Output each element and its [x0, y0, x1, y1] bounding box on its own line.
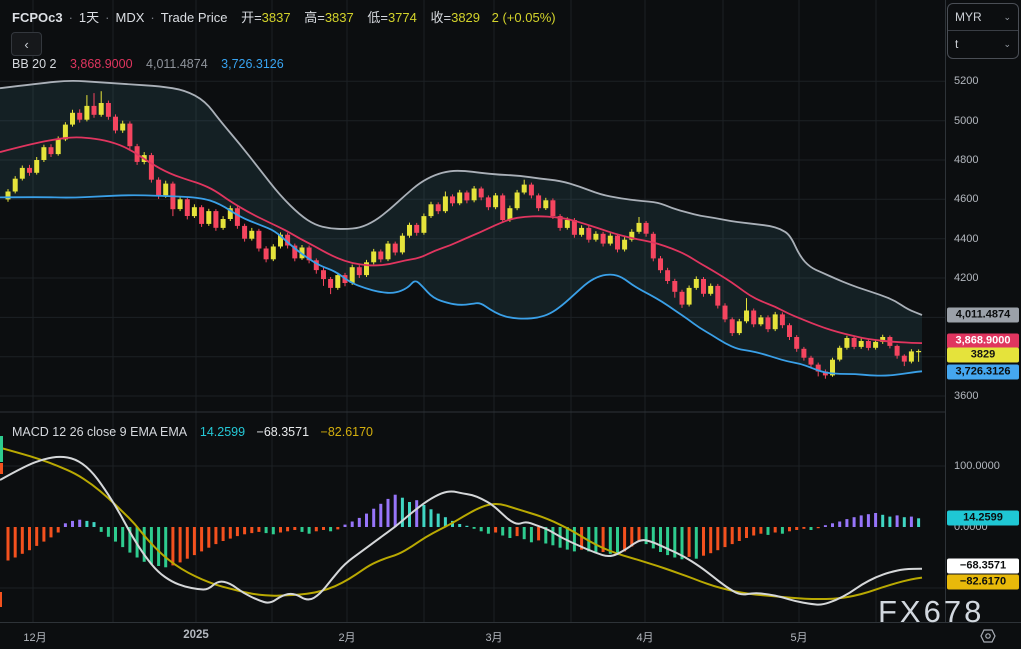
axis-price-label: 3829 — [947, 348, 1019, 363]
time-axis-label: 5月 — [790, 629, 807, 645]
axis-price-label: 14.2599 — [947, 511, 1019, 526]
open-label: 开= — [241, 10, 262, 25]
price-tick: 4800 — [954, 154, 978, 166]
axis-price-label: 3,868.9000 — [947, 334, 1019, 349]
price-tick: 4600 — [954, 193, 978, 205]
currency-dropdown[interactable]: MYR ⌄ — [948, 4, 1018, 30]
change-value: 2 (+0.05%) — [492, 10, 556, 25]
bollinger-lower-value: 3,726.3126 — [221, 57, 284, 71]
symbol-info-bar: FCPOc3·1天·MDX·Trade Price 开=3837 高=3837 … — [12, 7, 556, 26]
bollinger-label: BB 20 2 — [12, 57, 56, 71]
price-tick: 3600 — [954, 390, 978, 402]
macd-line-value: −68.3571 — [257, 425, 309, 439]
high-value: 3837 — [325, 10, 354, 25]
open-value: 3837 — [262, 10, 291, 25]
macd-label: MACD 12 26 close 9 EMA EMA — [12, 425, 186, 439]
close-value: 3829 — [451, 10, 480, 25]
gear-icon — [978, 628, 998, 644]
bollinger-upper-value: 4,011.4874 — [146, 57, 208, 71]
interval-label[interactable]: 1天 — [79, 10, 99, 25]
axis-price-label: −82.6170 — [947, 575, 1019, 590]
separator-dot: · — [105, 10, 109, 25]
macd-legend[interactable]: MACD 12 26 close 9 EMA EMA 14.2599 −68.3… — [12, 425, 373, 439]
price-tick: 4200 — [954, 272, 978, 284]
exchange-label: MDX — [116, 10, 145, 25]
axis-price-label: 4,011.4874 — [947, 308, 1019, 323]
bollinger-basis-value: 3,868.9000 — [70, 57, 133, 71]
chart-canvas[interactable] — [0, 0, 945, 622]
macd-tick: 100.0000 — [954, 460, 1000, 472]
chart-window: FCPOc3·1天·MDX·Trade Price 开=3837 高=3837 … — [0, 0, 1021, 649]
separator-dot: · — [69, 10, 73, 25]
price-tick: 5200 — [954, 75, 978, 87]
back-arrow-icon: ‹ — [24, 37, 28, 52]
low-label: 低= — [367, 10, 388, 25]
separator-dot: · — [150, 10, 154, 25]
unit-value: t — [955, 37, 958, 51]
chevron-down-icon: ⌄ — [1003, 12, 1011, 23]
axis-price-label: 3,726.3126 — [947, 365, 1019, 380]
axis-price-label: −68.3571 — [947, 559, 1019, 574]
macd-signal-value: −82.6170 — [321, 425, 373, 439]
time-axis-label: 12月 — [23, 629, 46, 645]
watermark: FX678 — [878, 594, 984, 630]
high-label: 高= — [304, 10, 325, 25]
close-label: 收= — [431, 10, 452, 25]
currency-value: MYR — [955, 10, 982, 24]
price-axis[interactable]: 520050004800460044004200400038003600100.… — [945, 0, 1021, 622]
low-value: 3774 — [388, 10, 417, 25]
price-type-label: Trade Price — [161, 10, 228, 25]
macd-hist-value: 14.2599 — [200, 425, 245, 439]
bollinger-legend[interactable]: BB 20 2 3,868.9000 4,011.4874 3,726.3126 — [12, 57, 284, 71]
unit-dropdown[interactable]: t ⌄ — [948, 31, 1018, 57]
time-axis[interactable]: 12月 2025 2月 3月 4月 5月 — [0, 622, 1021, 649]
symbol-name[interactable]: FCPOc3 — [12, 10, 63, 25]
time-axis-label: 2025 — [183, 629, 209, 641]
axis-settings-box: MYR ⌄ t ⌄ — [947, 3, 1019, 59]
price-tick: 5000 — [954, 115, 978, 127]
time-axis-label: 2月 — [338, 629, 355, 645]
back-button[interactable]: ‹ — [11, 32, 42, 56]
time-axis-label: 4月 — [636, 629, 653, 645]
bollinger-band-fill — [0, 80, 922, 376]
time-axis-label: 3月 — [485, 629, 502, 645]
chevron-down-icon: ⌄ — [1003, 39, 1011, 50]
price-tick: 4400 — [954, 233, 978, 245]
macd-signal-line — [0, 448, 922, 599]
